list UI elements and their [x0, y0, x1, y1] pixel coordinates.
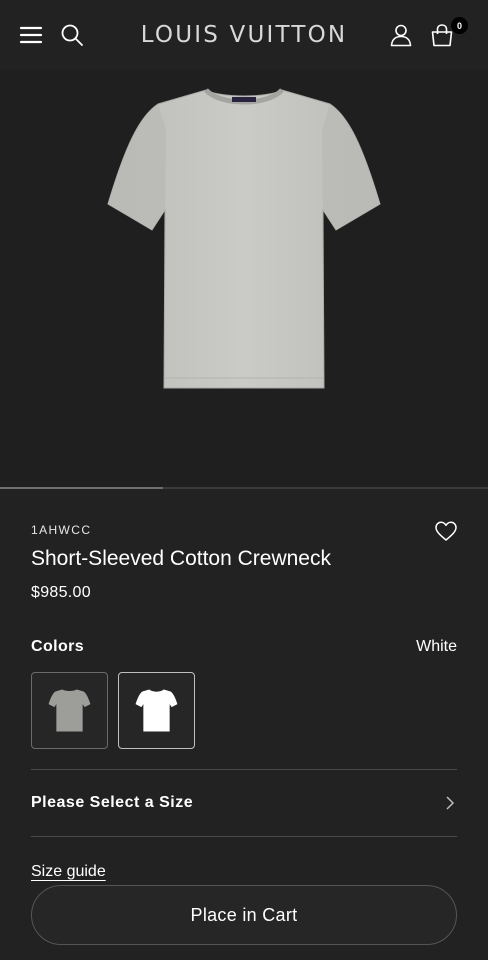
account-icon[interactable]: [388, 22, 414, 48]
selected-color: White: [416, 638, 457, 655]
color-swatch-white[interactable]: [118, 672, 195, 749]
chevron-right-icon: [443, 794, 457, 812]
size-selector-label: Please Select a Size: [31, 794, 194, 811]
product-title: Short-Sleeved Cotton Crewneck: [31, 547, 331, 570]
colors-label: Colors: [31, 638, 85, 655]
site-header: LOUIS VUITTON 0: [0, 0, 488, 70]
image-carousel-progress: [0, 487, 488, 489]
brand-logo[interactable]: LOUIS VUITTON: [0, 22, 488, 48]
product-price: $985.00: [31, 584, 91, 601]
color-swatch-grey[interactable]: [31, 672, 108, 749]
cart-count-badge: 0: [451, 17, 468, 34]
size-guide-link[interactable]: Size guide: [31, 863, 106, 881]
product-image[interactable]: [0, 70, 488, 488]
divider: [31, 836, 457, 837]
size-selector[interactable]: Please Select a Size: [31, 770, 457, 836]
place-in-cart-button[interactable]: Place in Cart: [31, 885, 457, 945]
product-sku: 1AHWCC: [31, 523, 92, 537]
heart-icon[interactable]: [434, 520, 458, 542]
